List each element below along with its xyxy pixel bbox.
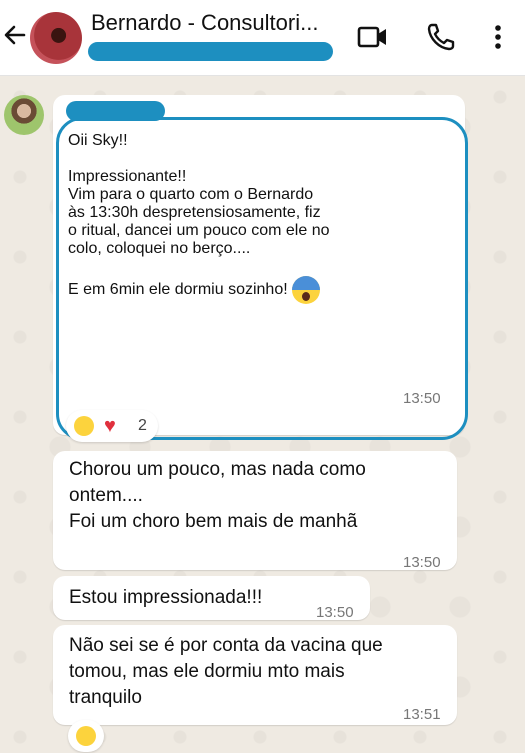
sender-avatar[interactable]	[4, 95, 44, 135]
screaming-face-emoji-icon	[291, 276, 320, 304]
message-reactions[interactable]: ♥ 2	[66, 410, 158, 442]
red-heart-icon: ♥	[104, 415, 116, 437]
message-time: 13:50	[316, 604, 354, 621]
message-bubble[interactable]: Chorou um pouco, mas nada como ontem....…	[53, 451, 457, 571]
chat-header: Bernardo - Consultori...	[0, 0, 525, 76]
message-bubble[interactable]: Estou impressionada!!! 13:50	[53, 576, 370, 621]
redacted-subtitle	[88, 42, 333, 61]
back-arrow-icon[interactable]	[2, 20, 28, 50]
redacted-sender-name	[66, 101, 165, 121]
message-text: Estou impressionada!!!	[69, 587, 263, 608]
message-text: Oii Sky!! Impressionante!! Vim para o qu…	[68, 132, 448, 304]
message-bubble[interactable]: Não sei se é por conta da vacina que tom…	[53, 625, 457, 725]
message-time: 13:51	[403, 706, 441, 723]
squinting-tongue-face-icon	[74, 416, 94, 436]
contact-avatar[interactable]	[30, 12, 82, 64]
message-text: Chorou um pouco, mas nada como ontem....…	[69, 459, 366, 532]
phone-icon[interactable]	[424, 20, 458, 54]
contact-name[interactable]: Bernardo - Consultori...	[91, 10, 341, 36]
grinning-sweat-face-icon	[76, 726, 96, 746]
video-call-icon[interactable]	[356, 20, 390, 54]
message-time: 13:50	[403, 390, 441, 407]
message-reactions[interactable]	[68, 720, 104, 752]
reaction-count: 2	[138, 417, 147, 434]
message-time: 13:50	[403, 554, 441, 571]
message-text: Não sei se é por conta da vacina que tom…	[69, 635, 383, 708]
more-options-icon[interactable]	[488, 20, 508, 54]
